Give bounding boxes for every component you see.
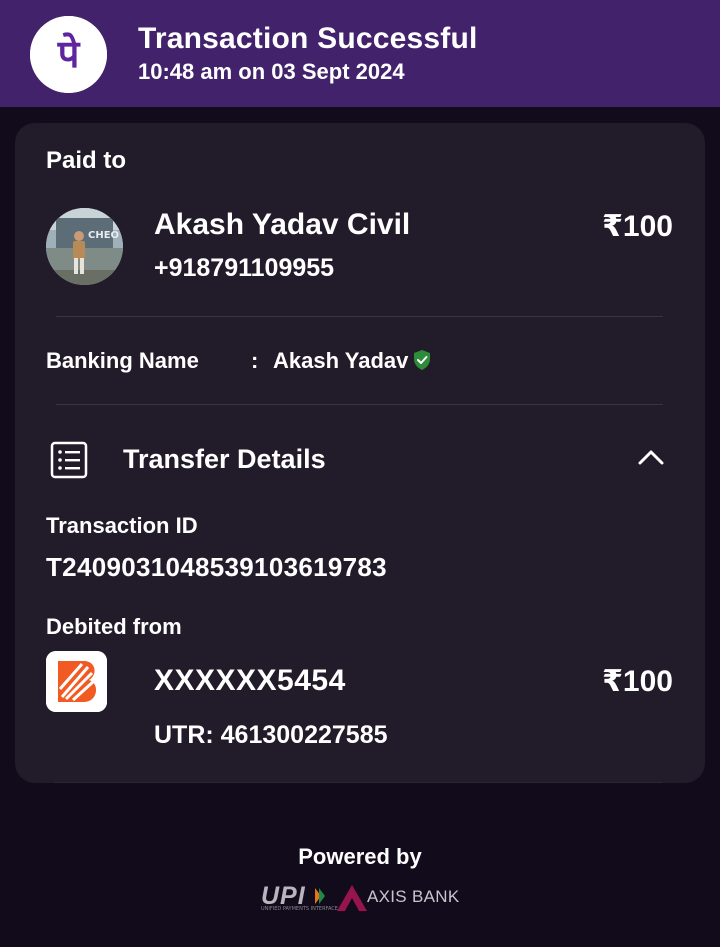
debited-amount: ₹100 xyxy=(602,665,673,698)
upi-tagline: UNIFIED PAYMENTS INTERFACE xyxy=(261,906,338,912)
powered-by-label: Powered by xyxy=(298,844,422,869)
paid-amount: ₹100 xyxy=(602,210,673,243)
divider xyxy=(56,316,663,317)
axis-bank-wordmark: AXIS BANK xyxy=(367,887,460,906)
payee-photo: CHEO xyxy=(46,208,123,285)
svg-text:CHEO: CHEO xyxy=(88,230,119,241)
banking-name-label: Banking Name xyxy=(46,348,199,373)
page-title: Transaction Successful xyxy=(138,22,478,55)
transaction-card: Paid to CHEO Akash Yadav Civil +91879110… xyxy=(15,123,705,783)
transaction-id-label: Transaction ID xyxy=(46,513,198,538)
upi-arrow-icon xyxy=(315,888,325,904)
debited-from-label: Debited from xyxy=(46,614,182,639)
partner-logos: UPI UNIFIED PAYMENTS INTERFACE AXIS BANK xyxy=(261,880,461,916)
payee-name: Akash Yadav Civil xyxy=(154,208,411,241)
payee-phone: +918791109955 xyxy=(154,254,335,282)
axis-bank-logo xyxy=(337,885,367,911)
paid-to-label: Paid to xyxy=(46,147,127,174)
transaction-header: पे Transaction Successful 10:48 am on 03… xyxy=(0,0,720,107)
utr-number: UTR: 461300227585 xyxy=(154,721,388,749)
avatar: CHEO xyxy=(46,208,123,285)
transfer-details-title[interactable]: Transfer Details xyxy=(123,444,326,475)
debited-account-number: XXXXXX5454 xyxy=(154,664,346,697)
transaction-id-value: T2409031048539103619783 xyxy=(46,552,387,582)
divider xyxy=(56,404,663,405)
bank-logo-mark xyxy=(46,651,107,712)
bank-of-baroda-logo xyxy=(46,651,107,712)
phonepe-logo: पे xyxy=(30,16,107,93)
phonepe-logo-glyph: पे xyxy=(57,32,81,76)
phonepe-logo-mark: पे xyxy=(30,16,107,93)
banking-name-separator: : xyxy=(251,348,259,373)
verified-shield-icon xyxy=(414,350,430,370)
chevron-up-icon[interactable] xyxy=(637,447,665,467)
receipt-list-icon xyxy=(50,441,88,479)
banking-name-value: Akash Yadav xyxy=(273,348,409,373)
divider xyxy=(54,782,662,783)
transaction-timestamp: 10:48 am on 03 Sept 2024 xyxy=(138,59,405,84)
